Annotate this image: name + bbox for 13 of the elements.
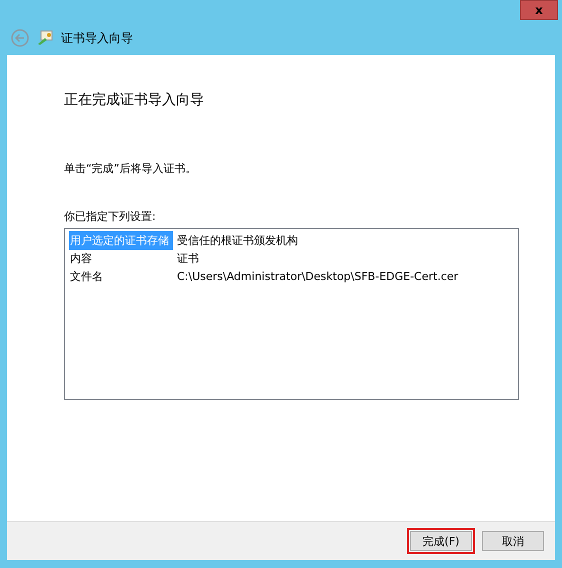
- setting-value: C:\Users\Administrator\Desktop\SFB-EDGE-Cert.cer: [177, 270, 458, 282]
- instruction-text: 单击“完成”后将导入证书。: [64, 161, 198, 176]
- close-button[interactable]: x: [520, 0, 558, 20]
- dialog-button[interactable]: 取消: [482, 531, 544, 551]
- setting-value: 证书: [177, 250, 199, 266]
- setting-value: 受信任的根证书颁发机构: [177, 232, 298, 248]
- certificate-icon: [37, 30, 53, 46]
- dialog-button[interactable]: 完成(F): [410, 531, 472, 551]
- settings-label: 你已指定下列设置:: [64, 209, 157, 224]
- window-title: 证书导入向导: [61, 30, 133, 46]
- setting-name[interactable]: 文件名: [69, 266, 173, 286]
- setting-name[interactable]: 内容: [69, 248, 173, 268]
- wizard-heading: 正在完成证书导入向导: [64, 91, 205, 109]
